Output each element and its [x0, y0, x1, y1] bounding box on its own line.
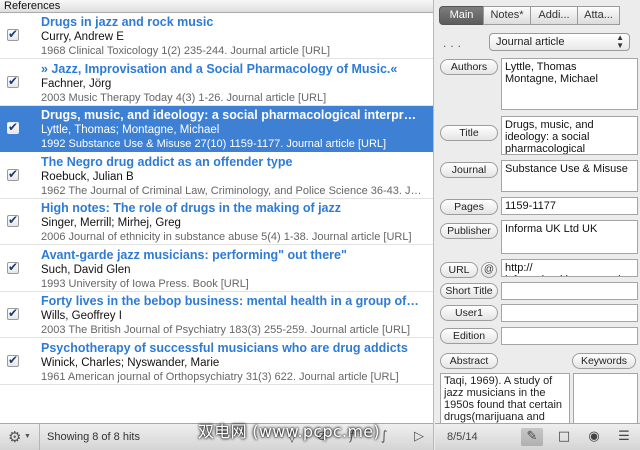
abstract-button[interactable]: Abstract	[440, 353, 498, 369]
references-pane: References Drugs in jazz and rock music C…	[0, 0, 434, 450]
reference-title: High notes: The role of drugs in the mak…	[41, 201, 342, 215]
reference-authors: Winick, Charles; Nyswander, Marie	[41, 357, 220, 369]
reference-authors: Singer, Merrill; Mirhej, Greg	[41, 217, 181, 229]
reference-citation: 2003 The British Journal of Psychiatry 1…	[41, 324, 411, 336]
authors-field[interactable]: Lyttle, Thomas Montagne, Michael	[501, 58, 638, 110]
title-field[interactable]: Drugs, music, and ideology: a social pha…	[501, 116, 638, 155]
title-button[interactable]: Title	[440, 125, 498, 141]
user1-field[interactable]	[501, 304, 638, 322]
url-field[interactable]: http:// informahealthcare.com/	[501, 259, 638, 277]
play-icon[interactable]: ▷	[410, 429, 428, 445]
gear-icon[interactable]: ⚙	[8, 428, 21, 446]
reference-type-value: Journal article	[496, 36, 565, 48]
reference-authors: Lyttle, Thomas; Montagne, Michael	[41, 124, 220, 136]
reference-title: Drugs, music, and ideology: a social pha…	[41, 108, 417, 122]
reference-authors: Roebuck, Julian B	[41, 171, 134, 183]
reference-row[interactable]: Drugs, music, and ideology: a social pha…	[0, 106, 433, 152]
reference-type-select[interactable]: Journal article ▲ ▼	[489, 33, 630, 51]
reference-checkbox[interactable]	[7, 74, 19, 88]
publisher-field[interactable]: Informa UK Ltd UK	[501, 220, 638, 254]
edit-icon[interactable]: ✎	[521, 428, 543, 446]
hits-count: Showing 8 of 8 hits	[39, 424, 140, 450]
url-button[interactable]: URL	[440, 262, 478, 278]
reference-authors: Wills, Geoffrey I	[41, 310, 122, 322]
record-date: 8/5/14	[447, 431, 478, 443]
edition-button[interactable]: Edition	[440, 328, 498, 344]
reference-citation: 2006 Journal of ethnicity in substance a…	[41, 231, 412, 243]
list-icon[interactable]: ☰	[613, 428, 635, 446]
reference-citation: 1962 The Journal of Criminal Law, Crimin…	[41, 185, 422, 197]
reference-title: Forty lives in the bebop business: menta…	[41, 294, 419, 308]
chevron-down-icon[interactable]: ▼	[24, 433, 31, 440]
reference-checkbox[interactable]	[7, 27, 19, 41]
abstract-field[interactable]: Taqi, 1969). A study of jazz musicians i…	[440, 373, 570, 424]
reference-citation: 1961 American journal of Orthopsychiatry…	[41, 371, 399, 383]
reference-list: Drugs in jazz and rock music Curry, Andre…	[0, 13, 433, 423]
reference-citation: 2003 Music Therapy Today 4(3) 1-26. Jour…	[41, 92, 327, 104]
reference-row[interactable]: Avant-garde jazz musicians: performing" …	[0, 246, 433, 292]
reference-title: » Jazz, Improvisation and a Social Pharm…	[41, 62, 398, 76]
user1-button[interactable]: User1	[440, 305, 498, 321]
tab-attachments[interactable]: Atta...	[577, 6, 620, 25]
reference-row[interactable]: Drugs in jazz and rock music Curry, Andre…	[0, 13, 433, 59]
authors-button[interactable]: Authors	[440, 59, 498, 75]
note-icon[interactable]: □	[553, 428, 575, 446]
reference-checkbox[interactable]	[7, 306, 19, 320]
more-options-icon[interactable]: ...	[443, 36, 465, 50]
reference-title: The Negro drug addict as an offender typ…	[41, 155, 293, 169]
reference-checkbox[interactable]	[7, 353, 19, 367]
reference-checkbox[interactable]	[7, 120, 19, 134]
pages-button[interactable]: Pages	[440, 199, 498, 215]
reference-authors: Fachner, Jörg	[41, 78, 112, 90]
references-header[interactable]: References	[0, 0, 433, 13]
reference-citation: 1993 University of Iowa Press. Book [URL…	[41, 278, 249, 290]
reference-title: Avant-garde jazz musicians: performing" …	[41, 248, 347, 262]
detail-tabs: Main Notes* Addi... Atta...	[439, 6, 640, 26]
tab-additional[interactable]: Addi...	[530, 6, 578, 25]
keywords-button[interactable]: Keywords	[572, 353, 636, 369]
edition-field[interactable]	[501, 327, 638, 345]
short-title-field[interactable]	[501, 282, 638, 300]
short-title-button[interactable]: Short Title	[440, 283, 498, 299]
reference-citation: 1992 Substance Use & Misuse 27(10) 1159-…	[41, 138, 387, 150]
tab-notes[interactable]: Notes*	[483, 6, 531, 25]
reference-authors: Such, David Glen	[41, 264, 131, 276]
keywords-field[interactable]	[573, 373, 638, 424]
reference-title: Psychotherapy of successful musicians wh…	[41, 341, 408, 355]
open-url-icon[interactable]: @	[481, 262, 497, 278]
detail-footer-toolbar: 8/5/14 ✎ □ ◉ ☰	[435, 423, 640, 450]
pages-field[interactable]: 1159-1177	[501, 197, 638, 215]
tab-main[interactable]: Main	[439, 6, 484, 25]
watermark: 双电网 (www.pcpc.me)	[198, 422, 380, 441]
reference-citation: 1968 Clinical Toxicology 1(2) 235-244. J…	[41, 45, 331, 57]
journal-button[interactable]: Journal	[440, 162, 498, 178]
publisher-button[interactable]: Publisher	[440, 223, 498, 239]
reference-title: Drugs in jazz and rock music	[41, 15, 214, 29]
reference-row[interactable]: The Negro drug addict as an offender typ…	[0, 153, 433, 199]
eye-icon[interactable]: ◉	[583, 428, 605, 446]
detail-pane: Main Notes* Addi... Atta... ... Journal …	[435, 0, 640, 450]
select-arrows-icon: ▲ ▼	[616, 33, 624, 50]
reference-checkbox[interactable]	[7, 260, 19, 274]
reference-row[interactable]: » Jazz, Improvisation and a Social Pharm…	[0, 60, 433, 106]
reference-row[interactable]: High notes: The role of drugs in the mak…	[0, 199, 433, 245]
reference-checkbox[interactable]	[7, 167, 19, 181]
reference-row[interactable]: Psychotherapy of successful musicians wh…	[0, 339, 433, 385]
reference-checkbox[interactable]	[7, 213, 19, 227]
reference-row[interactable]: Forty lives in the bebop business: menta…	[0, 292, 433, 338]
reference-authors: Curry, Andrew E	[41, 31, 124, 43]
journal-field[interactable]: Substance Use & Misuse	[501, 160, 638, 192]
